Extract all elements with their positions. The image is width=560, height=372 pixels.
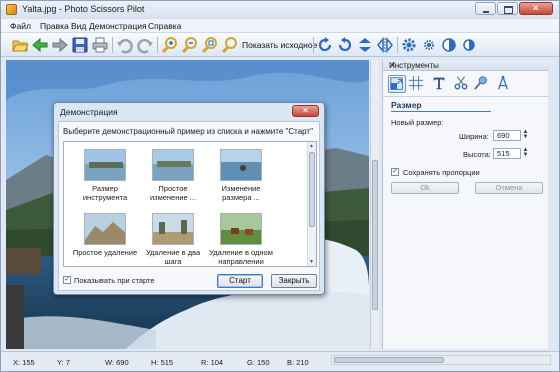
save-icon[interactable] — [71, 36, 89, 54]
height-spinner[interactable]: ▲ ▼ — [522, 147, 529, 159]
app-scissors-icon — [6, 4, 17, 15]
window-title: Yalta.jpg - Photo Scissors Pilot — [22, 4, 145, 14]
canvas-horizontal-scrollbar[interactable] — [331, 355, 551, 365]
demo-list: Размер инструмента Простое изменение ... И… — [63, 141, 317, 267]
zoom-actual-icon[interactable] — [221, 36, 239, 54]
status-b: B: 210 — [287, 358, 309, 367]
demo-dialog-body: Выберите демонстрационный пример из спис… — [58, 121, 320, 291]
status-x: X: 155 — [13, 358, 35, 367]
rotate-cw-icon[interactable] — [316, 36, 334, 54]
demo-thumbnail — [152, 213, 194, 245]
flip-vertical-icon[interactable] — [356, 36, 374, 54]
close-dialog-button[interactable]: Закрыть — [271, 274, 317, 288]
status-w: W: 690 — [105, 358, 129, 367]
tools-panel-header: Инструменты ✕ — [383, 60, 549, 71]
demo-item-caption: Размер инструмента — [82, 184, 128, 202]
cancel-button[interactable]: Отмена — [475, 182, 543, 194]
main-window: Yalta.jpg - Photo Scissors Pilot Файл Пр… — [0, 0, 560, 372]
ok-button[interactable]: Ok — [391, 182, 459, 194]
tools-row — [383, 73, 549, 95]
crop-grid-icon[interactable] — [408, 75, 426, 93]
demo-item-caption: Простое удаление — [72, 248, 138, 257]
demo-thumbnail — [152, 149, 194, 181]
tools-panel: Инструменты ✕ Размер Новый размер: Ширин… — [382, 60, 549, 349]
saturation-icon[interactable] — [460, 36, 478, 54]
scissors-tool-icon[interactable] — [453, 75, 471, 93]
redo-icon[interactable] — [136, 36, 154, 54]
demo-prompt: Выберите демонстрационный пример из спис… — [63, 127, 313, 136]
demo-thumbnail — [220, 213, 262, 245]
start-button[interactable]: Старт — [217, 274, 263, 288]
size-section-title: Размер — [391, 100, 422, 110]
zoom-out-icon[interactable] — [181, 36, 199, 54]
zoom-in-icon[interactable] — [161, 36, 179, 54]
print-icon[interactable] — [91, 36, 109, 54]
height-field[interactable]: 515 — [493, 148, 521, 159]
keep-ratio-checkbox[interactable]: ✓ — [391, 168, 399, 176]
status-y: Y: 7 — [57, 358, 70, 367]
contrast-icon[interactable] — [440, 36, 458, 54]
show-original-button[interactable]: Показать исходное — [242, 40, 317, 50]
status-h: H: 515 — [151, 358, 174, 367]
undo-icon[interactable] — [116, 36, 134, 54]
text-tool-icon[interactable] — [431, 75, 449, 93]
demo-item-simple-removal[interactable]: Простое удаление — [70, 210, 140, 266]
status-g: G: 150 — [247, 358, 270, 367]
demo-dialog: Демонстрация ✕ Выберите демонстрационный… — [53, 102, 325, 295]
menu-help[interactable]: Справка — [148, 21, 181, 31]
demo-item-tool-size[interactable]: Размер инструмента — [70, 146, 140, 206]
demo-item-two-step-removal[interactable]: Удаление в два шага — [138, 210, 208, 266]
forward-arrow-icon[interactable] — [51, 36, 69, 54]
maximize-button[interactable] — [497, 2, 518, 15]
status-r: R: 104 — [201, 358, 224, 367]
demo-item-simple-resize[interactable]: Простое изменение ... — [138, 146, 208, 206]
rotate-ccw-icon[interactable] — [336, 36, 354, 54]
demo-thumbnail — [84, 149, 126, 181]
compass-tool-icon[interactable] — [495, 75, 513, 93]
open-folder-icon[interactable] — [11, 36, 29, 54]
demo-item-caption: Простое изменение ... — [149, 184, 197, 202]
show-on-start-label: Показывать при старте — [74, 276, 155, 285]
menu-edit[interactable]: Правка — [40, 21, 69, 31]
flip-horizontal-icon[interactable] — [376, 36, 394, 54]
width-label: Ширина: — [459, 132, 489, 141]
demo-item-resize[interactable]: Изменение размера ... — [206, 146, 276, 206]
demo-thumbnail — [84, 213, 126, 245]
demo-list-scrollbar[interactable]: ▲ ▼ — [307, 142, 316, 266]
settings-gear-icon[interactable] — [400, 36, 418, 54]
demo-dialog-title: Демонстрация — [60, 107, 118, 117]
close-icon[interactable]: ✕ — [389, 61, 545, 70]
brightness-icon[interactable] — [420, 36, 438, 54]
menu-file[interactable]: Файл — [10, 21, 31, 31]
width-spinner[interactable]: ▲ ▼ — [522, 129, 529, 141]
zoom-fit-icon[interactable] — [201, 36, 219, 54]
demo-thumbnail — [220, 149, 262, 181]
width-field[interactable]: 690 — [493, 130, 521, 141]
menu-bar: Файл Правка Вид Демонстрация Справка — [1, 19, 559, 33]
toolbar: Показать исходное — [1, 33, 559, 57]
menu-demo[interactable]: Демонстрация — [89, 21, 147, 31]
close-icon[interactable]: ✕ — [292, 105, 319, 117]
minimize-button[interactable] — [475, 2, 496, 15]
height-label: Высота: — [463, 150, 491, 159]
menu-view[interactable]: Вид — [71, 21, 86, 31]
demo-item-one-direction-removal[interactable]: Удаление в одном направлении — [206, 210, 276, 266]
brush-tool-icon[interactable] — [473, 75, 491, 93]
new-size-label: Новый размер: — [391, 118, 444, 127]
demo-item-caption: Изменение размера ... — [221, 184, 261, 202]
close-window-button[interactable] — [519, 2, 553, 15]
canvas-vertical-scrollbar[interactable] — [370, 60, 379, 349]
demo-item-caption: Удаление в два шага — [145, 248, 201, 266]
demo-item-caption: Удаление в одном направлении — [209, 248, 273, 266]
show-on-start-checkbox[interactable]: ✓ — [63, 276, 71, 284]
keep-ratio-label: Сохранять пропорции — [403, 168, 480, 177]
window-controls — [475, 2, 553, 15]
resize-tool-icon[interactable] — [388, 75, 406, 93]
title-bar: Yalta.jpg - Photo Scissors Pilot — [1, 1, 559, 19]
back-arrow-icon[interactable] — [31, 36, 49, 54]
